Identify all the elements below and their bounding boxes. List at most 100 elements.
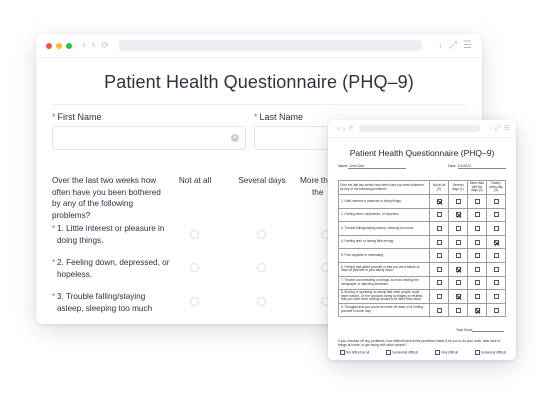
paper-table-header: Over the last two weeks how often have y…: [338, 180, 430, 195]
checked-box-icon: [455, 293, 461, 299]
checkbox-icon: [493, 307, 499, 313]
browser-toolbar: ‹ › ⟳ ↓ ⤢ ☰: [328, 120, 516, 138]
first-name-label: * First Name: [52, 112, 102, 122]
paper-row-option: [467, 289, 487, 304]
checkbox-icon: [435, 350, 441, 355]
checkbox-icon: [455, 280, 461, 286]
checkbox-icon: [455, 198, 461, 204]
question-row-1: * 1. Little interest or pleasure in doin…: [52, 224, 165, 245]
paper-row-option: [429, 248, 449, 263]
difficulty-option: Somewhat difficult: [386, 350, 418, 355]
checkbox-icon: [493, 293, 499, 299]
checked-box-icon: [493, 239, 499, 245]
address-bar[interactable]: [359, 125, 480, 132]
q3-several-days-radio[interactable]: [257, 297, 266, 306]
checkbox-icon: [493, 212, 499, 218]
menu-icon[interactable]: ☰: [504, 125, 510, 132]
q1-several-days-radio[interactable]: [257, 230, 266, 239]
browser-window-paper-preview: ‹ › ⟳ ↓ ⤢ ☰ Patient Health Questionnaire…: [328, 120, 516, 360]
browser-toolbar: ‹ › ⟳ ↓ ⤢ ☰: [36, 34, 482, 58]
forward-arrow-icon[interactable]: ›: [343, 124, 346, 133]
paper-row-question: 8. Moving or speaking so slowly that oth…: [338, 289, 430, 304]
paper-row-option: [448, 207, 468, 223]
difficulty-option: Not difficult at all: [340, 350, 369, 355]
q2-several-days-radio[interactable]: [257, 263, 266, 272]
column-several-days: Several days: [238, 176, 286, 185]
forward-arrow-icon[interactable]: ›: [92, 40, 96, 51]
date-underline: [458, 168, 506, 169]
checkbox-icon: [436, 239, 442, 245]
paper-row-option: [486, 261, 506, 277]
refresh-icon[interactable]: ⟳: [101, 41, 109, 50]
paper-row-question: 1. Little interest or pleasure in doing …: [338, 194, 430, 209]
paper-table-row: 6. Feeling bad about yourself or that yo…: [338, 261, 506, 277]
paper-col-header: Not at all (0): [429, 180, 449, 195]
q1-not-at-all-radio[interactable]: [190, 230, 199, 239]
required-asterisk: *: [254, 112, 258, 122]
clear-input-icon[interactable]: ✕: [231, 134, 239, 142]
back-arrow-icon[interactable]: ‹: [337, 124, 340, 133]
paper-title: Patient Health Questionnaire (PHQ–9): [349, 148, 495, 158]
paper-row-option: [467, 207, 487, 223]
address-bar[interactable]: [118, 40, 423, 51]
paper-row-option: [429, 289, 449, 304]
window-close-dot[interactable]: [46, 42, 52, 49]
checkbox-icon: [436, 253, 442, 259]
checkbox-icon: [493, 266, 499, 272]
first-name-input[interactable]: ✕: [52, 126, 246, 150]
checkbox-icon: [455, 239, 461, 245]
expand-icon[interactable]: ⤢: [495, 125, 501, 132]
q2-not-at-all-radio[interactable]: [190, 263, 199, 272]
paper-row-option: [448, 302, 468, 318]
back-arrow-icon[interactable]: ‹: [82, 40, 86, 51]
paper-row-question: 7. Trouble concentrating on things, such…: [338, 275, 430, 291]
download-icon[interactable]: ↓: [438, 40, 443, 51]
download-icon[interactable]: ↓: [489, 125, 493, 132]
paper-row-question: 3. Trouble falling/staying asleep, sleep…: [338, 221, 430, 236]
refresh-icon[interactable]: ⟳: [348, 126, 353, 132]
paper-row-option: [429, 302, 449, 318]
q3-not-at-all-radio[interactable]: [190, 297, 199, 306]
paper-row-option: [448, 234, 468, 250]
window-minimize-dot[interactable]: [56, 42, 62, 49]
paper-row-option: [448, 248, 468, 263]
question-header: Over the last two weeks how often have y…: [52, 176, 161, 220]
paper-row-option: [448, 194, 468, 209]
question-row-3: * 3. Trouble falling/staying asleep, sle…: [52, 292, 153, 313]
checkbox-icon: [386, 350, 392, 355]
paper-row-option: [448, 289, 468, 304]
checkbox-icon: [493, 253, 499, 259]
name-underline: [348, 168, 406, 169]
paper-col-header: Several days (1): [448, 180, 468, 195]
paper-row-question: 6. Feeling bad about yourself or that yo…: [338, 261, 430, 277]
paper-row-option: [486, 275, 506, 291]
window-maximize-dot[interactable]: [66, 42, 72, 49]
paper-table-row: 9. Thoughts that you would be better off…: [338, 302, 506, 318]
paper-row-option: [486, 289, 506, 304]
checked-box-icon: [455, 266, 461, 272]
menu-icon[interactable]: ☰: [463, 40, 472, 51]
checkbox-icon: [474, 266, 480, 272]
paper-row-option: [467, 248, 487, 263]
expand-icon[interactable]: ⤢: [449, 40, 457, 51]
paper-row-option: [486, 207, 506, 223]
paper-table-row: 4. Feeling tired or having little energy…: [338, 234, 506, 250]
paper-col-header: More than half the days (2): [467, 180, 487, 195]
paper-col-header: Nearly every day (3): [486, 180, 506, 195]
total-score-line: [472, 331, 504, 332]
checkbox-icon: [455, 225, 461, 231]
paper-row-option: [467, 302, 487, 318]
difficulty-options: Not difficult at all Somewhat difficult …: [340, 350, 506, 355]
last-name-label: * Last Name: [254, 112, 304, 122]
paper-row-option: [486, 221, 506, 236]
checkbox-icon: [475, 350, 481, 355]
question-row-2: * 2. Feeling down, depressed, or hopeles…: [52, 258, 170, 279]
paper-row-option: [467, 261, 487, 277]
checkbox-icon: [474, 280, 480, 286]
paper-row-option: [486, 248, 506, 263]
difficulty-question: If you checked off any problems, how dif…: [338, 339, 501, 347]
paper-table-row: 1. Little interest or pleasure in doing …: [338, 194, 506, 209]
column-not-at-all: Not at all: [178, 176, 212, 185]
paper-row-option: [467, 234, 487, 250]
checkbox-icon: [493, 225, 499, 231]
